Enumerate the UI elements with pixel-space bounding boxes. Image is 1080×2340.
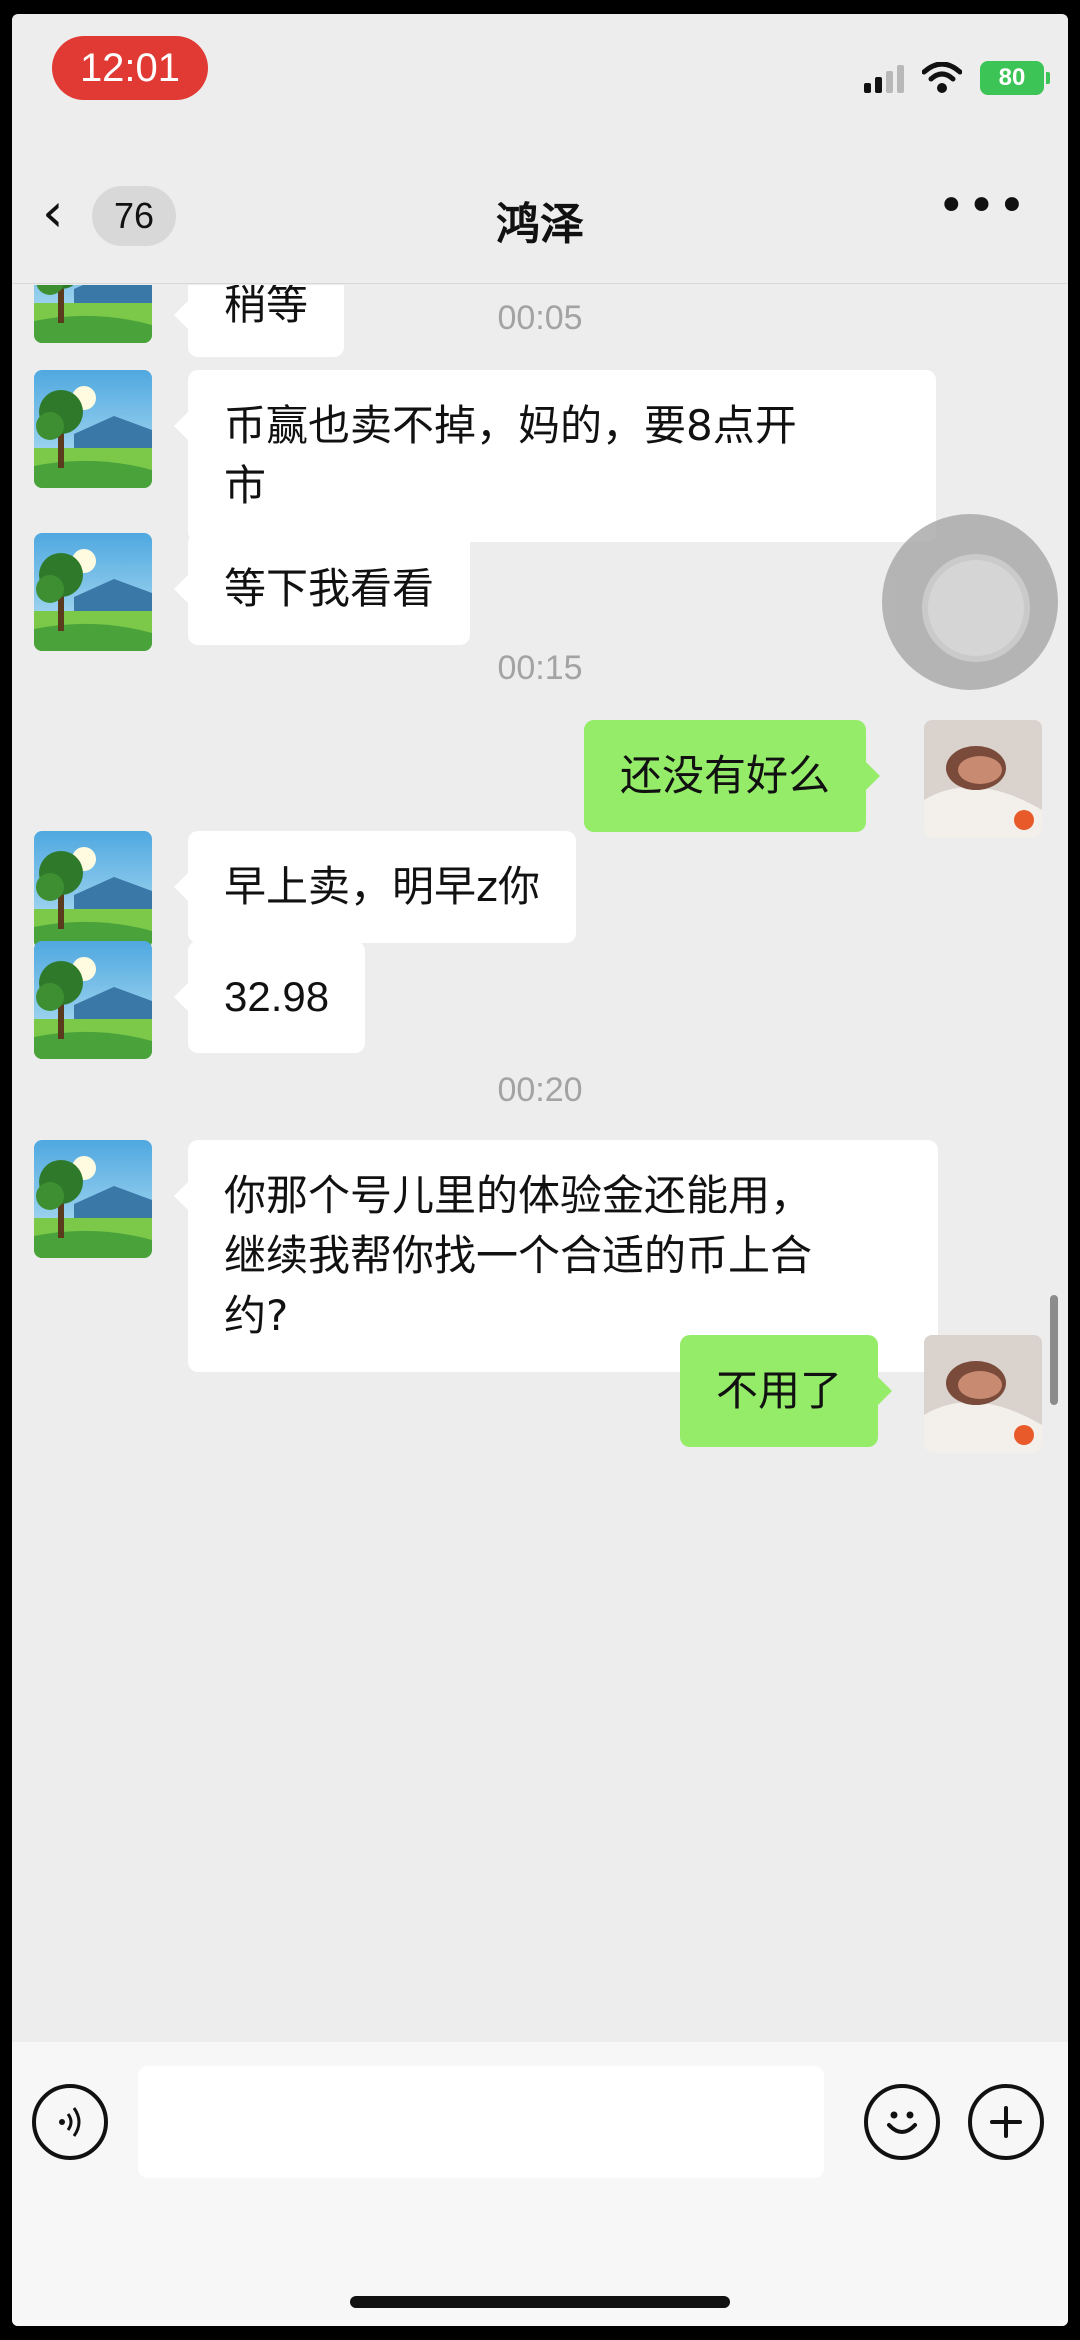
timestamp: 00:05	[497, 299, 583, 337]
wifi-icon	[922, 62, 962, 93]
message-text: 等下我看看	[224, 564, 435, 613]
message-bubble[interactable]: 币赢也卖不掉，妈的，要8点开 市	[174, 370, 936, 542]
message-bubble[interactable]: 早上卖，明早z你	[173, 831, 577, 943]
message-text: 不用了	[716, 1366, 843, 1415]
chat-header: ‹ 76 鸿泽 •••	[12, 144, 1068, 284]
message-text: 币赢也卖不掉，妈的，要8点开 市	[224, 401, 797, 510]
assistive-touch-button[interactable]	[882, 514, 1058, 690]
battery-icon: 80	[980, 61, 1050, 95]
status-icons: 80	[864, 58, 1050, 98]
contact-avatar[interactable]	[34, 941, 152, 1059]
user-avatar[interactable]	[924, 1335, 1042, 1453]
user-avatar[interactable]	[924, 720, 1042, 838]
chat-title: 鸿泽	[496, 199, 584, 250]
message-text: 32.98	[224, 973, 330, 1020]
message-bubble[interactable]: 等下我看看	[173, 533, 471, 645]
scrollbar[interactable]	[1050, 1295, 1058, 1405]
voice-icon[interactable]	[32, 2084, 108, 2160]
contact-avatar[interactable]	[34, 370, 152, 488]
message-bubble[interactable]: 32.98	[173, 941, 366, 1053]
message-input[interactable]	[138, 2066, 824, 2178]
contact-avatar[interactable]	[34, 1140, 152, 1258]
message-text: 你那个号儿里的体验金还能用， 继续我帮你找一个合适的币上合 约?	[224, 1171, 813, 1340]
plus-icon[interactable]	[968, 2084, 1044, 2160]
contact-avatar[interactable]	[34, 831, 152, 949]
more-icon[interactable]: •••	[937, 182, 1028, 230]
message-text: 早上卖，明早z你	[224, 862, 541, 911]
timestamp: 00:20	[497, 1071, 583, 1109]
emoji-icon[interactable]	[864, 2084, 940, 2160]
message-bubble[interactable]: 不用了	[680, 1335, 893, 1447]
chat-screen: 12:01 80 ‹ 76 鸿泽 ••• 稍等 00:05 币赢也卖不掉，妈的，…	[12, 14, 1068, 2326]
input-bar	[12, 2042, 1068, 2326]
message-text: 还没有好么	[620, 751, 831, 800]
status-time: 12:01	[52, 36, 208, 100]
contact-avatar[interactable]	[34, 533, 152, 651]
home-indicator[interactable]	[350, 2296, 730, 2308]
signal-icon	[864, 63, 904, 93]
message-bubble[interactable]: 还没有好么	[584, 720, 881, 832]
